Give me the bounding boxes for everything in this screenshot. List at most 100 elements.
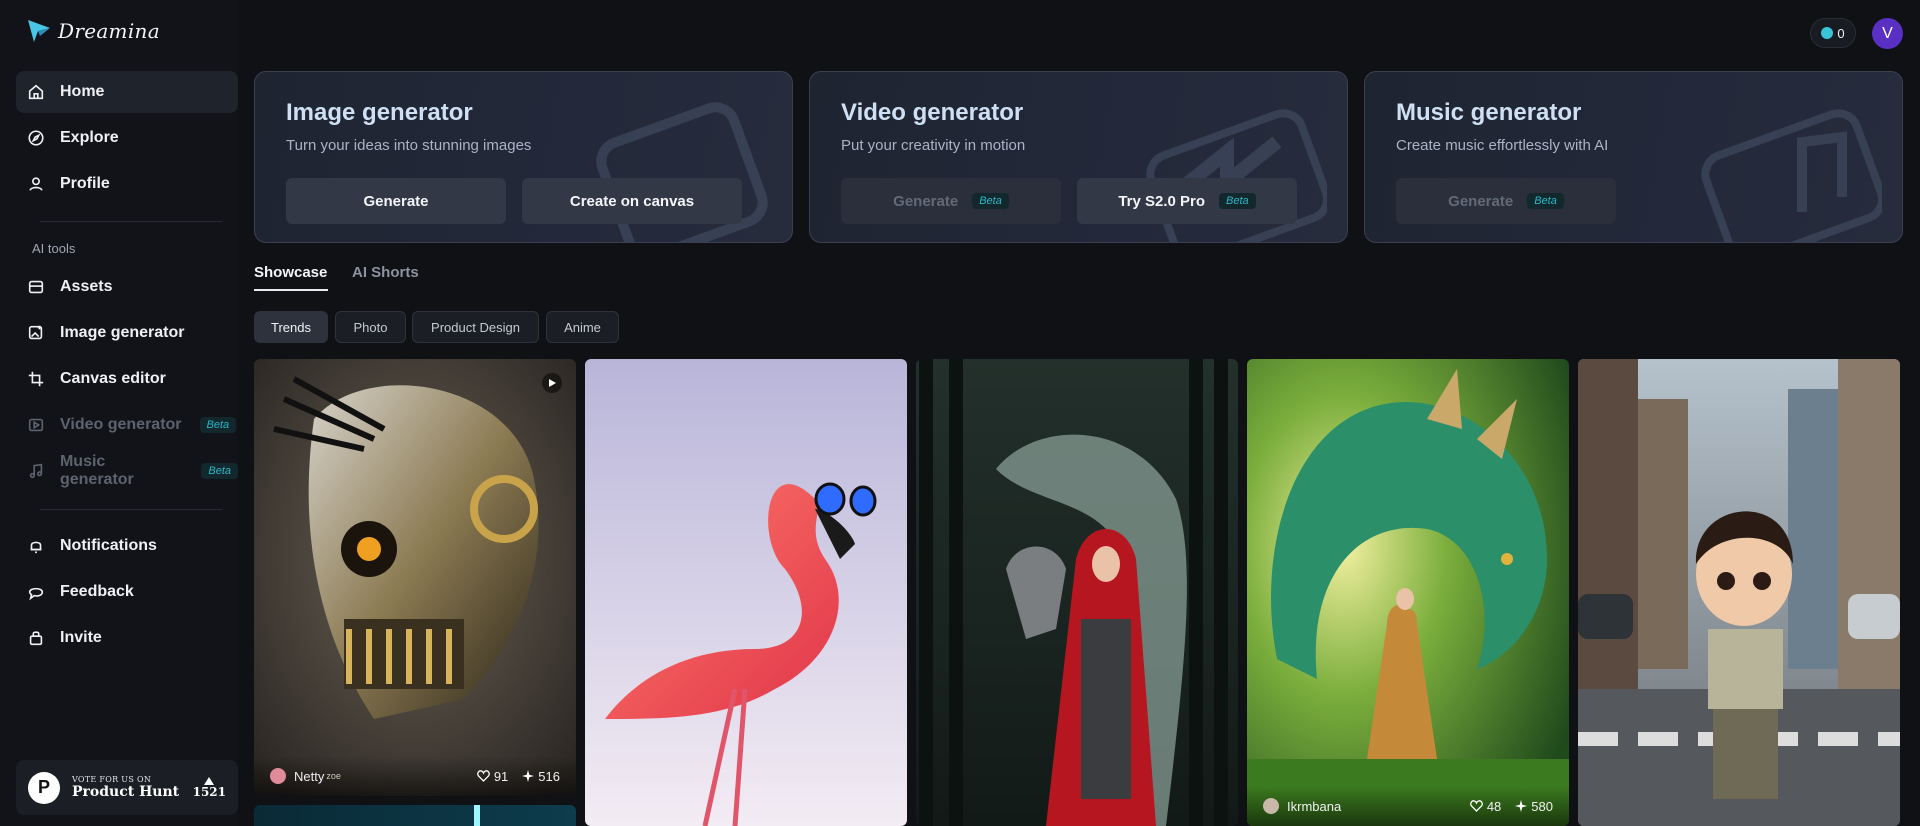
product-hunt-icon: P (28, 771, 60, 804)
author-avatar (1263, 798, 1279, 814)
filter-product-design[interactable]: Product Design (412, 311, 539, 343)
button-label: Try S2.0 Pro (1118, 192, 1206, 210)
uses-count: 580 (1531, 798, 1553, 814)
sidebar-item-label: Notifications (60, 537, 157, 554)
red-riding-hood-image (916, 359, 1238, 826)
credits-count: 0 (1837, 25, 1845, 41)
video-generator-card: Video generator Put your creativity in m… (809, 71, 1348, 243)
sidebar-item-label: Canvas editor (60, 370, 166, 387)
home-icon (26, 82, 46, 102)
sidebar-item-image-generator[interactable]: Image generator (16, 312, 238, 354)
compass-icon (26, 128, 46, 148)
sidebar-item-explore[interactable]: Explore (16, 117, 238, 159)
neon-image (474, 805, 480, 826)
sidebar-item-label: Video generator (60, 416, 182, 433)
music-generator-card: Music generator Create music effortlessl… (1364, 71, 1903, 243)
upvote-icon (204, 776, 215, 785)
sidebar-item-label: Feedback (60, 583, 134, 600)
tab-showcase[interactable]: Showcase (254, 264, 327, 281)
sidebar-item-canvas-editor[interactable]: Canvas editor (16, 358, 238, 400)
sidebar-item-home[interactable]: Home (16, 71, 238, 113)
sidebar-item-profile[interactable]: Profile (16, 163, 238, 205)
sidebar-item-label: Music generator (59, 453, 134, 488)
beta-badge: Beta (199, 417, 237, 433)
sidebar-item-music-generator[interactable]: Music generator Beta (16, 450, 238, 492)
author-avatar (270, 768, 286, 784)
image-generate-button[interactable]: Generate (286, 178, 506, 224)
button-label: Generate (1448, 192, 1514, 210)
avatar[interactable]: V (1872, 18, 1903, 49)
uses[interactable]: 580 (1515, 799, 1553, 814)
beta-badge: Beta (1219, 193, 1256, 209)
credit-icon (1821, 27, 1834, 39)
section-label-ai-tools: AI tools (32, 241, 76, 256)
heart-icon (476, 770, 490, 782)
gallery-card-partial[interactable] (254, 805, 576, 826)
card-meta: Ikrmbana 48 580 (1247, 786, 1569, 826)
sidebar-item-label: Invite (60, 629, 102, 646)
sidebar-item-video-generator[interactable]: Video generator Beta (16, 404, 238, 446)
bell-icon (26, 536, 46, 556)
likes[interactable]: 91 (476, 769, 508, 784)
sidebar-item-label: Explore (60, 129, 119, 146)
beta-badge: Beta (1527, 193, 1564, 209)
video-generate-button[interactable]: Generate Beta (841, 178, 1061, 224)
card-meta: Netty zoe 91 516 (254, 756, 576, 796)
button-label: Generate (363, 192, 429, 210)
card-title: Video generator (841, 99, 1024, 126)
sidebar-item-label: Profile (60, 175, 110, 192)
gallery-card[interactable] (1578, 359, 1900, 826)
image-generator-card: Image generator Turn your ideas into stu… (254, 71, 793, 243)
beta-badge: Beta (201, 463, 238, 479)
create-on-canvas-button[interactable]: Create on canvas (522, 178, 742, 224)
gallery-card[interactable]: Netty zoe 91 516 (254, 359, 576, 796)
likes[interactable]: 48 (1469, 798, 1502, 814)
logo-text: Dreamina (58, 19, 160, 43)
credits-button[interactable]: 0 (1810, 18, 1856, 48)
card-title: Image generator (286, 99, 473, 126)
play-icon (542, 373, 562, 393)
gallery-card[interactable] (585, 359, 907, 826)
product-hunt-count: 1521 (192, 784, 226, 799)
music-deco-icon (1701, 109, 1882, 242)
author-name: Netty (294, 768, 325, 784)
flamingo-image (585, 359, 907, 826)
beta-badge: Beta (972, 193, 1009, 209)
uses-count: 516 (538, 768, 560, 784)
card-subtitle: Put your creativity in motion (841, 137, 1026, 154)
sidebar: Dreamina Home Explore Profile AI tools A… (0, 0, 238, 826)
crop-icon (26, 369, 46, 389)
likes-count: 48 (1486, 798, 1502, 814)
product-hunt-name: Product Hunt (72, 784, 180, 800)
button-label: Generate (893, 192, 959, 210)
sparkle-icon (522, 770, 535, 782)
video-icon (26, 415, 46, 435)
folder-icon (26, 277, 46, 297)
gallery-card[interactable] (916, 359, 1238, 826)
product-hunt-badge[interactable]: P VOTE FOR US ON Product Hunt 1521 (16, 760, 238, 815)
sidebar-item-feedback[interactable]: Feedback (16, 571, 238, 613)
logo[interactable]: Dreamina (26, 18, 160, 44)
sidebar-item-notifications[interactable]: Notifications (16, 525, 238, 567)
filter-trends[interactable]: Trends (254, 311, 328, 343)
music-generate-button[interactable]: Generate Beta (1396, 178, 1616, 224)
music-icon (26, 461, 46, 481)
chat-icon (26, 582, 46, 602)
sidebar-item-label: Home (60, 83, 105, 100)
sidebar-item-label: Assets (60, 278, 113, 295)
try-s2-pro-button[interactable]: Try S2.0 Pro Beta (1077, 178, 1297, 224)
filter-photo[interactable]: Photo (335, 311, 406, 343)
gallery-card[interactable]: Ikrmbana 48 580 (1247, 359, 1569, 826)
sidebar-item-invite[interactable]: Invite (16, 617, 238, 659)
sidebar-item-label: Image generator (60, 324, 185, 341)
filter-anime[interactable]: Anime (546, 311, 619, 343)
tab-underline (254, 289, 328, 291)
author-name: Ikrmbana (1287, 798, 1342, 814)
heart-icon (1469, 800, 1483, 812)
uses[interactable]: 516 (522, 769, 560, 784)
sidebar-item-assets[interactable]: Assets (16, 266, 238, 308)
cartoon-boy-street-image (1578, 359, 1900, 826)
tab-ai-shorts[interactable]: AI Shorts (352, 264, 419, 281)
card-subtitle: Turn your ideas into stunning images (286, 137, 532, 154)
sparkle-icon (1515, 800, 1528, 812)
